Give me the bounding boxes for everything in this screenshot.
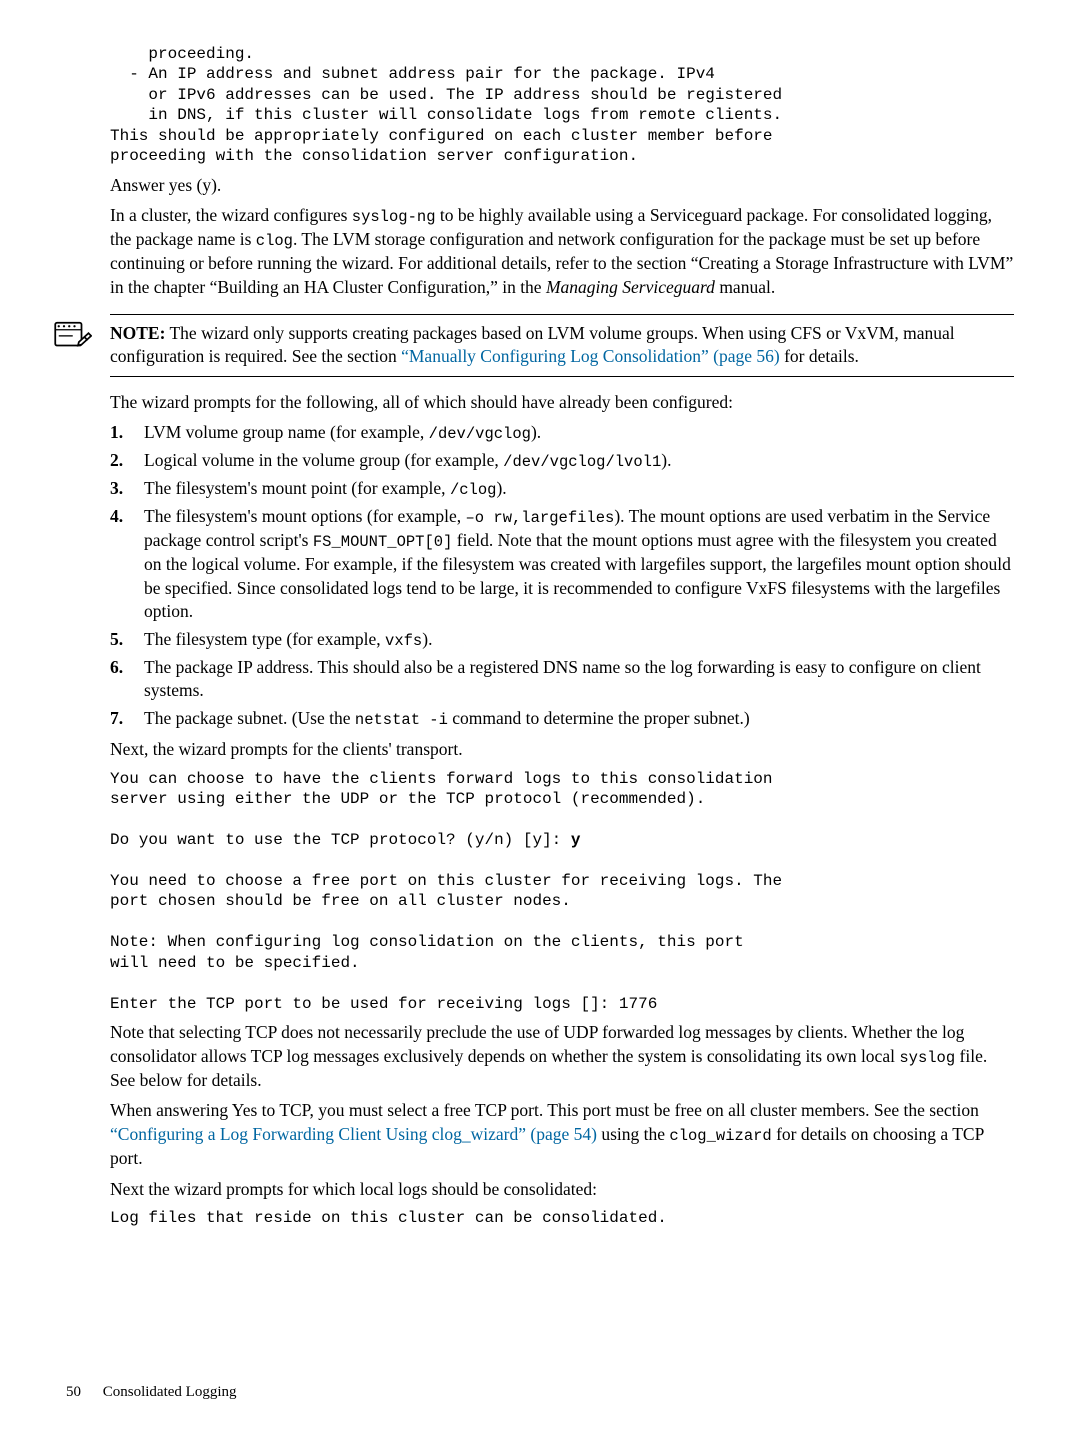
next-local: Next the wizard prompts for which local … — [110, 1178, 1014, 1202]
text: using the — [597, 1124, 669, 1144]
code-clog-wizard: clog_wizard — [669, 1127, 771, 1145]
text: The filesystem type (for example, — [144, 629, 385, 649]
list-num: 6. — [110, 656, 144, 703]
yes-tcp-paragraph: When answering Yes to TCP, you must sele… — [110, 1099, 1014, 1170]
text: The filesystem's mount options (for exam… — [144, 506, 466, 526]
page-number: 50 — [66, 1384, 81, 1400]
code-syslog: syslog — [899, 1049, 955, 1067]
text: The filesystem's mount point (for exampl… — [144, 478, 450, 498]
code: netstat -i — [355, 711, 448, 729]
note-link[interactable]: “Manually Configuring Log Consolidation”… — [401, 346, 780, 366]
text: In a cluster, the wizard configures — [110, 205, 352, 225]
manual-title: Managing Serviceguard — [546, 277, 715, 297]
list-num: 7. — [110, 707, 144, 731]
text: When answering Yes to TCP, you must sele… — [110, 1100, 979, 1120]
code: vxfs — [385, 632, 422, 650]
tcp-note: Note that selecting TCP does not necessa… — [110, 1021, 1014, 1092]
text: ). — [422, 629, 432, 649]
pre-block-2: You can choose to have the clients forwa… — [110, 769, 1014, 1015]
pre-block-1: proceeding. - An IP address and subnet a… — [110, 44, 1014, 167]
text: LVM volume group name (for example, — [144, 422, 429, 442]
cluster-paragraph: In a cluster, the wizard configures sysl… — [110, 204, 1014, 299]
pre-block-3: Log files that reside on this cluster ca… — [110, 1208, 1014, 1228]
note-icon — [50, 317, 92, 353]
text: Logical volume in the volume group (for … — [144, 450, 503, 470]
wizard-prompts-intro: The wizard prompts for the following, al… — [110, 391, 1014, 415]
pre-text: You need to choose a free port on this c… — [110, 872, 782, 1013]
pre-text: You can choose to have the clients forwa… — [110, 770, 773, 849]
answer-yes: Answer yes (y). — [110, 174, 1014, 198]
text: ). — [531, 422, 541, 442]
text: The package subnet. (Use the — [144, 708, 355, 728]
clog-wizard-link[interactable]: “Configuring a Log Forwarding Client Usi… — [110, 1124, 597, 1144]
ordered-list: 1. LVM volume group name (for example, /… — [110, 421, 1014, 731]
list-num: 2. — [110, 449, 144, 473]
list-num: 1. — [110, 421, 144, 445]
text: ). — [496, 478, 506, 498]
list-item: 1. LVM volume group name (for example, /… — [110, 421, 1014, 445]
text: The package IP address. This should also… — [144, 657, 981, 701]
pre-bold-y: y — [571, 831, 581, 849]
next-transport: Next, the wizard prompts for the clients… — [110, 738, 1014, 762]
list-num: 4. — [110, 505, 144, 624]
code-syslog-ng: syslog-ng — [352, 208, 436, 226]
page-footer-title: Consolidated Logging — [103, 1384, 237, 1400]
text: command to determine the proper subnet.) — [448, 708, 750, 728]
list-item: 7. The package subnet. (Use the netstat … — [110, 707, 1014, 731]
code: –o rw,largefiles — [466, 509, 615, 527]
page-footer: 50 Consolidated Logging — [66, 1382, 237, 1402]
list-num: 3. — [110, 477, 144, 501]
code: /dev/vgclog — [429, 425, 531, 443]
list-item: 5. The filesystem type (for example, vxf… — [110, 628, 1014, 652]
list-item: 6. The package IP address. This should a… — [110, 656, 1014, 703]
code: /clog — [450, 481, 497, 499]
code: /dev/vgclog/lvol1 — [503, 453, 661, 471]
note-box: NOTE: The wizard only supports creating … — [110, 314, 1014, 377]
list-item: 3. The filesystem's mount point (for exa… — [110, 477, 1014, 501]
list-item: 2. Logical volume in the volume group (f… — [110, 449, 1014, 473]
text: ). — [661, 450, 671, 470]
code-clog: clog — [256, 232, 293, 250]
text: Note that selecting TCP does not necessa… — [110, 1022, 964, 1066]
list-item: 4. The filesystem's mount options (for e… — [110, 505, 1014, 624]
list-num: 5. — [110, 628, 144, 652]
code: FS_MOUNT_OPT[0] — [313, 533, 453, 551]
text: manual. — [715, 277, 775, 297]
note-label: NOTE: — [110, 323, 165, 343]
note-text-b: for details. — [780, 346, 859, 366]
